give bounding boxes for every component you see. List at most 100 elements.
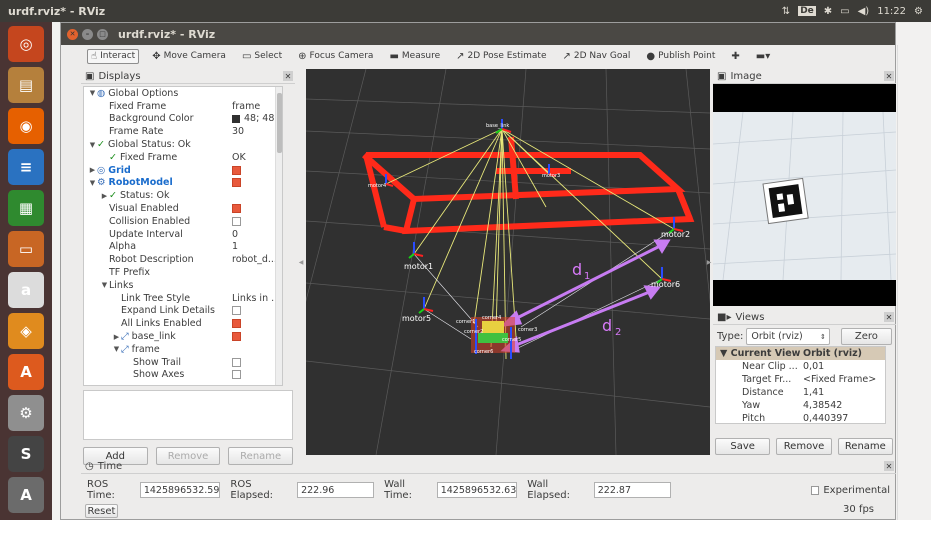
display-row[interactable]: ▶ ⤢ base_link [84,330,282,343]
display-row[interactable]: ✓ Fixed Frame OK [84,151,282,164]
expand-arrow-icon[interactable]: ▼ [88,89,97,97]
displays-scrollbar[interactable] [275,87,282,385]
ubuntu-icon[interactable]: ◎ [8,26,44,62]
maximize-icon[interactable]: □ [97,28,108,40]
property-checkbox[interactable] [232,178,241,188]
rename-view-button[interactable]: Rename [837,438,893,455]
view-property-row[interactable]: Pitch 0,440397 [716,412,885,425]
property-value[interactable]: Links in ... [232,293,280,304]
property-value[interactable]: 0 [232,229,238,240]
render-3d-view[interactable]: motor1 motor5 motor2 motor6 motor4 motor3 base… [306,69,710,455]
display-row[interactable]: Visual Enabled [84,202,282,215]
display-row[interactable]: ▶ ✓ Status: Ok [84,189,282,202]
expand-arrow-icon[interactable]: ▼ [88,179,97,187]
display-row[interactable]: Alpha 1 [84,241,282,254]
amazon-icon[interactable]: a [8,272,44,308]
property-value[interactable]: 1 [232,241,238,252]
view-property-value[interactable]: <Fixed Frame> [801,374,876,385]
view-property-value[interactable]: 0,440397 [801,413,848,424]
display-row[interactable]: ▼ ⤢ frame [84,343,282,356]
firefox-icon[interactable]: ◉ [8,108,44,144]
property-value[interactable]: frame [232,101,260,112]
property-checkbox[interactable] [232,332,241,342]
expand-arrow-icon[interactable]: ▼ [100,281,109,289]
view-property-value[interactable]: 1,41 [801,387,824,398]
display-row[interactable]: Link Tree Style Links in ... [84,292,282,305]
display-row[interactable]: All Links Enabled [84,317,282,330]
wall-time-field[interactable]: 1425896532.63 [436,482,518,498]
tool-publish-point-button[interactable]: ● Publish Point [643,50,718,63]
remove-view-button[interactable]: Remove [776,438,832,455]
collapse-arrow-icon[interactable]: ▶ [100,192,109,200]
display-row[interactable]: Fixed Frame frame [84,100,282,113]
view-property-value[interactable]: 4,38542 [801,400,842,411]
property-checkbox[interactable] [232,306,241,316]
display-row[interactable]: ▼ ⚙ RobotModel [84,177,282,190]
left-splitter[interactable]: ◀ [297,69,305,455]
save-view-button[interactable]: Save [715,438,771,455]
tool-2d-nav-goal-button[interactable]: ↗ 2D Nav Goal [560,50,634,63]
gear-icon[interactable]: ⚙ [914,6,923,17]
property-value[interactable]: OK [232,152,246,163]
battery-icon[interactable]: ▭ [840,6,849,17]
close-icon[interactable]: ✕ [283,71,293,81]
updater-icon[interactable]: A [8,477,44,513]
expand-arrow-icon[interactable]: ▼ [88,141,97,149]
tool-measure-button[interactable]: ▬ Measure [386,50,443,63]
close-icon[interactable]: ✕ [884,312,894,322]
display-row[interactable]: TF Prefix [84,266,282,279]
display-row[interactable]: Collision Enabled [84,215,282,228]
bluetooth-icon[interactable]: ✱ [824,6,832,17]
minimize-icon[interactable]: – [82,28,93,40]
property-checkbox[interactable] [232,319,241,329]
network-icon[interactable]: ⇅ [782,6,790,17]
sublime-icon[interactable]: S [8,436,44,472]
display-row[interactable]: ▼ ✓ Global Status: Ok [84,138,282,151]
property-checkbox[interactable] [232,357,241,367]
calc-icon[interactable]: ▦ [8,190,44,226]
display-row[interactable]: Expand Link Details [84,305,282,318]
expand-arrow-icon[interactable]: ▼ [112,345,121,353]
property-checkbox[interactable] [232,165,241,175]
close-icon[interactable]: ✕ [67,28,78,40]
close-icon[interactable]: ✕ [884,461,894,471]
tool-select-button[interactable]: ▭ Select [239,50,285,63]
display-row[interactable]: Background Color 48; 48; [84,113,282,126]
writer-icon[interactable]: ≡ [8,149,44,185]
view-property-row[interactable]: Near Clip ... 0,01 [716,360,885,373]
volume-icon[interactable]: ◀) [858,6,870,17]
wall-elapsed-field[interactable]: 222.87 [593,482,671,498]
display-row[interactable]: ▼ Links [84,279,282,292]
display-row[interactable]: Frame Rate 30 [84,125,282,138]
impress-icon[interactable]: ▭ [8,231,44,267]
property-value[interactable]: 48; 48; [244,113,278,124]
scene-canvas[interactable]: motor1 motor5 motor2 motor6 motor4 motor3 base… [306,69,710,455]
experimental-checkbox[interactable] [810,485,820,495]
color-swatch[interactable] [232,114,240,123]
display-row[interactable]: ▶ ◎ Grid [84,164,282,177]
property-value[interactable]: 30 [232,126,244,137]
view-property-row[interactable]: Yaw 4,38542 [716,399,885,412]
property-checkbox[interactable] [232,204,241,214]
view-type-select[interactable]: Orbit (rviz) ⇕ [746,328,830,345]
software-center-icon[interactable]: A [8,354,44,390]
zero-button[interactable]: Zero [840,328,892,345]
tool-plus-button[interactable]: ✚ [728,50,742,63]
property-value[interactable]: robot_d... [232,254,277,265]
collapse-arrow-icon[interactable]: ▶ [112,333,121,341]
collapse-arrow-icon[interactable]: ▶ [88,166,97,174]
display-row[interactable]: ▼ ◍ Global Options [84,87,282,100]
display-row[interactable]: Show Axes [84,369,282,382]
files-icon[interactable]: ▤ [8,67,44,103]
reset-button[interactable]: Reset [85,504,118,518]
tool-minus-button[interactable]: ▬▾ [753,50,773,63]
display-row[interactable]: Robot Description robot_d... [84,253,282,266]
view-property-value[interactable]: 0,01 [801,361,824,372]
view-property-row[interactable]: Target Fr... <Fixed Frame> [716,373,885,386]
property-checkbox[interactable] [232,370,241,380]
keyboard-layout-indicator[interactable]: De [798,6,816,16]
close-icon[interactable]: ✕ [884,71,894,81]
display-row[interactable]: Update Interval 0 [84,228,282,241]
apps-icon[interactable]: ◈ [8,313,44,349]
right-splitter[interactable]: ▶ [705,69,713,455]
